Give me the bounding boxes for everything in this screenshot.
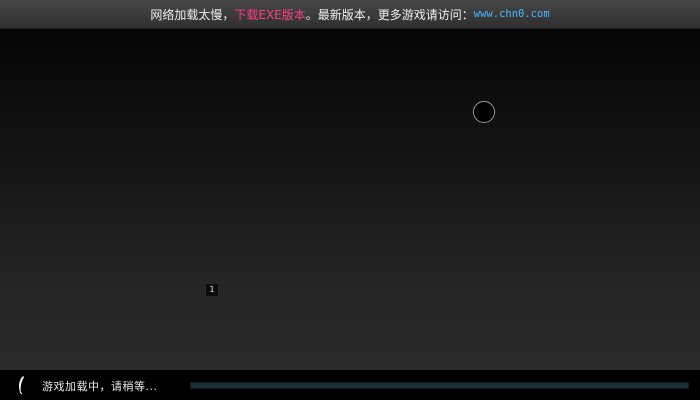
- feather-quill-icon: [19, 376, 24, 395]
- black-ball: [473, 101, 495, 123]
- level-marker: 1: [205, 283, 219, 297]
- game-stage[interactable]: 1: [0, 29, 700, 370]
- notice-bar: 网络加载太慢， 下载EXE版本 。最新版本，更多游戏请访问： www.chn0.…: [0, 0, 700, 29]
- game-window: 网络加载太慢， 下载EXE版本 。最新版本，更多游戏请访问： www.chn0.…: [0, 0, 700, 400]
- loading-text: 游戏加载中，请稍等...: [42, 380, 158, 393]
- loading-bar: 游戏加载中，请稍等...: [0, 370, 700, 400]
- site-url-link[interactable]: www.chn0.com: [474, 8, 550, 20]
- notice-text-latest: 。最新版本，更多游戏请访问：: [305, 7, 474, 22]
- download-exe-link[interactable]: 下载EXE版本: [234, 6, 305, 23]
- notice-text-slow: 网络加载太慢，: [150, 7, 235, 22]
- progress-track: [190, 382, 689, 389]
